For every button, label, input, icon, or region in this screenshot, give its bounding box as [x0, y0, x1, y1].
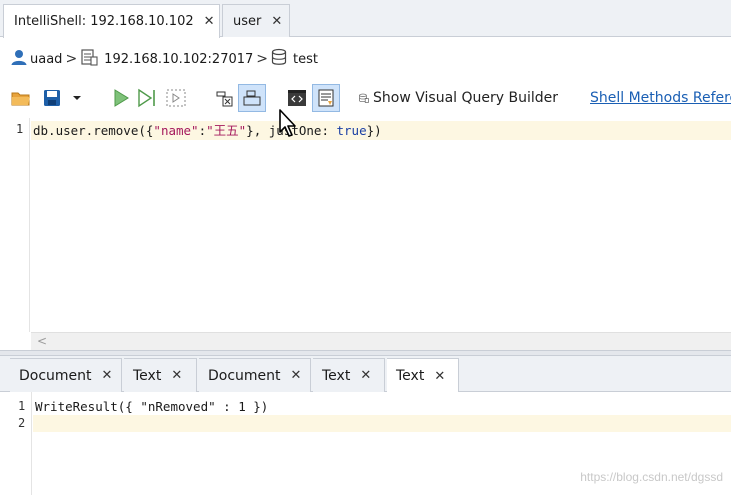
run-button[interactable]	[110, 84, 132, 112]
code-token: "王五"	[206, 123, 247, 138]
code-token: :	[198, 123, 207, 138]
code-token: "name"	[153, 123, 199, 138]
code-token: true	[336, 123, 367, 138]
line-number-gutter: 1 2	[0, 392, 32, 495]
line-number: 1	[16, 122, 24, 136]
save-button[interactable]	[40, 84, 64, 112]
tab-label: Document	[19, 367, 92, 384]
play-icon	[114, 89, 129, 107]
editor-tab-bar: IntelliShell: 192.168.10.102 ✕ user ✕	[0, 0, 731, 38]
folder-icon	[11, 92, 30, 106]
breadcrumb-separator: >	[65, 51, 78, 67]
tab-label: user	[233, 13, 262, 29]
clear-icon	[216, 91, 233, 107]
tab-intellishell[interactable]: IntelliShell: 192.168.10.102 ✕	[3, 4, 220, 38]
close-icon[interactable]: ✕	[171, 368, 182, 383]
result-tab-text[interactable]: Text ✕	[387, 358, 459, 393]
breadcrumb-database[interactable]: test	[293, 52, 318, 67]
breadcrumb: uaad > 192.168.10.102:27017 > test	[10, 48, 318, 70]
shell-methods-label: Shell Methods Refere	[590, 90, 731, 106]
line-number: 2	[18, 416, 26, 430]
toolbar: Show Visual Query Builder Shell Methods …	[0, 80, 731, 116]
database-icon	[359, 93, 369, 103]
close-icon[interactable]: ✕	[291, 368, 302, 383]
line-number: 1	[18, 399, 26, 413]
clear-button[interactable]	[212, 84, 236, 112]
save-dropdown-button[interactable]	[68, 84, 86, 112]
close-icon[interactable]: ✕	[204, 14, 215, 29]
breadcrumb-user[interactable]: uaad	[30, 52, 62, 67]
line-number-gutter: 1	[0, 118, 30, 332]
server-icon	[80, 48, 98, 70]
open-folder-button[interactable]	[10, 84, 32, 112]
visual-query-builder-label: Show Visual Query Builder	[373, 90, 558, 106]
tab-label: Text	[133, 367, 162, 384]
result-tab-text[interactable]: Text ✕	[124, 358, 197, 392]
code-token: db.user.remove({	[33, 123, 154, 138]
result-tab-document[interactable]: Document ✕	[199, 358, 311, 392]
code-line[interactable]: db.user.remove({"name":"王五"}, justOne: t…	[31, 121, 731, 140]
breadcrumb-server[interactable]: 192.168.10.102:27017	[104, 52, 253, 67]
run-selection-icon	[166, 89, 186, 107]
panel-icon	[243, 90, 261, 106]
database-icon	[271, 48, 287, 70]
breadcrumb-separator: >	[256, 51, 269, 67]
code-token: },	[246, 123, 269, 138]
result-tab-document[interactable]: Document ✕	[10, 358, 122, 392]
result-tab-text[interactable]: Text ✕	[313, 358, 385, 392]
tab-user[interactable]: user ✕	[222, 4, 290, 37]
watermark: https://blog.csdn.net/dgssd	[580, 470, 723, 484]
scroll-left-icon[interactable]: <	[37, 334, 47, 348]
tab-label: Document	[208, 367, 281, 384]
run-selection-button[interactable]	[164, 84, 188, 112]
chevron-down-icon	[73, 96, 81, 100]
step-icon	[138, 88, 155, 108]
close-icon[interactable]: ✕	[360, 368, 371, 383]
tab-label: IntelliShell: 192.168.10.102	[14, 14, 194, 29]
result-line: WriteResult({ "nRemoved" : 1 })	[35, 399, 269, 414]
close-icon[interactable]: ✕	[271, 14, 282, 29]
shell-methods-link[interactable]: Shell Methods Refere	[590, 84, 731, 112]
code-token: })	[366, 123, 382, 138]
query-editor[interactable]: 1 db.user.remove({"name":"王五"}, justOne:…	[0, 118, 731, 350]
mouse-cursor-icon	[279, 109, 296, 137]
visual-query-builder-button[interactable]: Show Visual Query Builder	[358, 84, 558, 112]
close-icon[interactable]: ✕	[434, 369, 445, 384]
tab-label: Text	[322, 367, 351, 384]
code-token: :	[321, 123, 337, 138]
code-icon	[288, 90, 306, 106]
run-current-button[interactable]	[136, 84, 160, 112]
horizontal-scrollbar[interactable]: <	[31, 332, 731, 350]
toggle-output-button[interactable]	[238, 84, 266, 112]
auto-complete-button[interactable]	[312, 84, 340, 112]
save-icon	[44, 90, 60, 106]
result-line	[33, 415, 731, 432]
tab-label: Text	[396, 368, 425, 384]
list-icon	[318, 89, 334, 107]
user-icon	[10, 48, 28, 70]
close-icon[interactable]: ✕	[102, 368, 113, 383]
result-tab-bar: Document ✕ Text ✕ Document ✕ Text ✕ Text ✕	[0, 356, 731, 393]
